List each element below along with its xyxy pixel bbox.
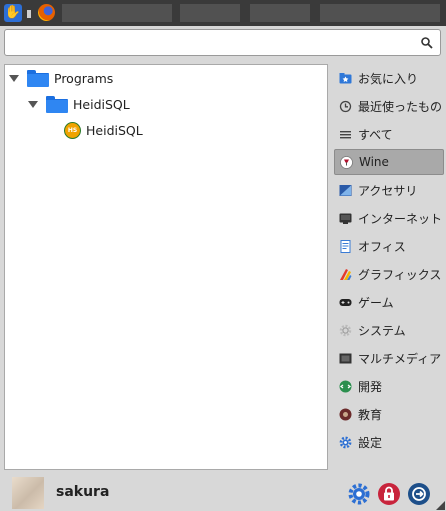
taskbar-window-button[interactable] xyxy=(180,4,240,22)
expand-arrow-icon[interactable] xyxy=(9,74,19,82)
wine-icon xyxy=(340,155,353,169)
firefox-icon[interactable] xyxy=(38,4,55,21)
tree-item-heidisql-app[interactable]: HS HeidiSQL xyxy=(64,118,143,142)
category-all[interactable]: すべて xyxy=(334,121,444,147)
tree-item-label: HeidiSQL xyxy=(86,122,143,138)
category-development[interactable]: 開発 xyxy=(334,373,444,399)
app-menu-icon[interactable]: ✋ xyxy=(4,4,22,22)
category-system[interactable]: システム xyxy=(334,317,444,343)
folder-icon xyxy=(27,70,49,87)
expand-arrow-icon[interactable] xyxy=(28,100,38,108)
education-icon xyxy=(339,408,352,421)
taskbar-window-button[interactable] xyxy=(250,4,310,22)
category-label: インターネット xyxy=(358,211,443,226)
search-box[interactable] xyxy=(4,29,441,56)
category-label: お気に入り xyxy=(358,71,419,86)
taskbar-window-button[interactable] xyxy=(62,4,172,22)
multimedia-icon xyxy=(339,352,352,365)
taskbar-window-button[interactable] xyxy=(320,4,440,22)
category-internet[interactable]: インターネット xyxy=(334,205,444,231)
office-icon xyxy=(339,239,352,253)
category-office[interactable]: オフィス xyxy=(334,233,444,259)
internet-icon xyxy=(339,212,352,225)
category-label: すべて xyxy=(358,127,393,142)
taskbar: ✋ xyxy=(0,0,446,26)
category-label: ゲーム xyxy=(358,295,394,310)
system-gear-icon xyxy=(339,324,352,337)
category-label: システム xyxy=(358,323,406,338)
graphics-icon xyxy=(339,268,352,281)
category-label: 設定 xyxy=(358,435,383,450)
system-settings-icon[interactable] xyxy=(347,482,371,506)
development-icon xyxy=(339,380,352,393)
category-accessories[interactable]: アクセサリ xyxy=(334,177,444,203)
gamepad-icon xyxy=(339,296,352,309)
user-name: sakura xyxy=(56,484,110,500)
category-graphics[interactable]: グラフィックス xyxy=(334,261,444,287)
favorites-icon xyxy=(339,72,352,85)
category-label: 開発 xyxy=(358,379,383,394)
category-label: 教育 xyxy=(358,407,383,422)
tree-item-label: HeidiSQL xyxy=(73,96,130,112)
accessories-icon xyxy=(339,184,352,197)
category-favorites[interactable]: お気に入り xyxy=(334,65,444,91)
category-settings[interactable]: 設定 xyxy=(334,429,444,455)
category-label: グラフィックス xyxy=(358,267,442,282)
list-icon xyxy=(339,128,352,141)
settings-icon xyxy=(339,436,352,449)
heidisql-icon: HS xyxy=(64,121,81,139)
category-label: マルチメディア xyxy=(358,351,442,366)
tree-item-programs[interactable]: Programs xyxy=(9,66,113,90)
tree-item-heidisql-folder[interactable]: HeidiSQL xyxy=(28,92,130,116)
taskbar-separator xyxy=(27,10,31,18)
search-icon[interactable] xyxy=(420,36,434,50)
application-tree: Programs HeidiSQL HS HeidiSQL xyxy=(4,64,328,470)
tree-item-label: Programs xyxy=(54,70,114,86)
category-education[interactable]: 教育 xyxy=(334,401,444,427)
category-multimedia[interactable]: マルチメディア xyxy=(334,345,444,371)
category-label: 最近使ったもの xyxy=(358,99,443,114)
clock-icon xyxy=(339,100,352,113)
avatar[interactable] xyxy=(12,477,44,509)
category-recent[interactable]: 最近使ったもの xyxy=(334,93,444,119)
lock-screen-icon[interactable] xyxy=(377,482,401,506)
folder-icon xyxy=(46,96,68,113)
category-label: オフィス xyxy=(358,239,406,254)
resize-grip[interactable] xyxy=(436,501,445,510)
search-input[interactable] xyxy=(9,33,413,54)
logout-icon[interactable] xyxy=(407,482,431,506)
category-label: アクセサリ xyxy=(358,183,418,198)
category-label: Wine xyxy=(359,155,389,169)
category-games[interactable]: ゲーム xyxy=(334,289,444,315)
category-wine[interactable]: Wine xyxy=(334,149,444,175)
